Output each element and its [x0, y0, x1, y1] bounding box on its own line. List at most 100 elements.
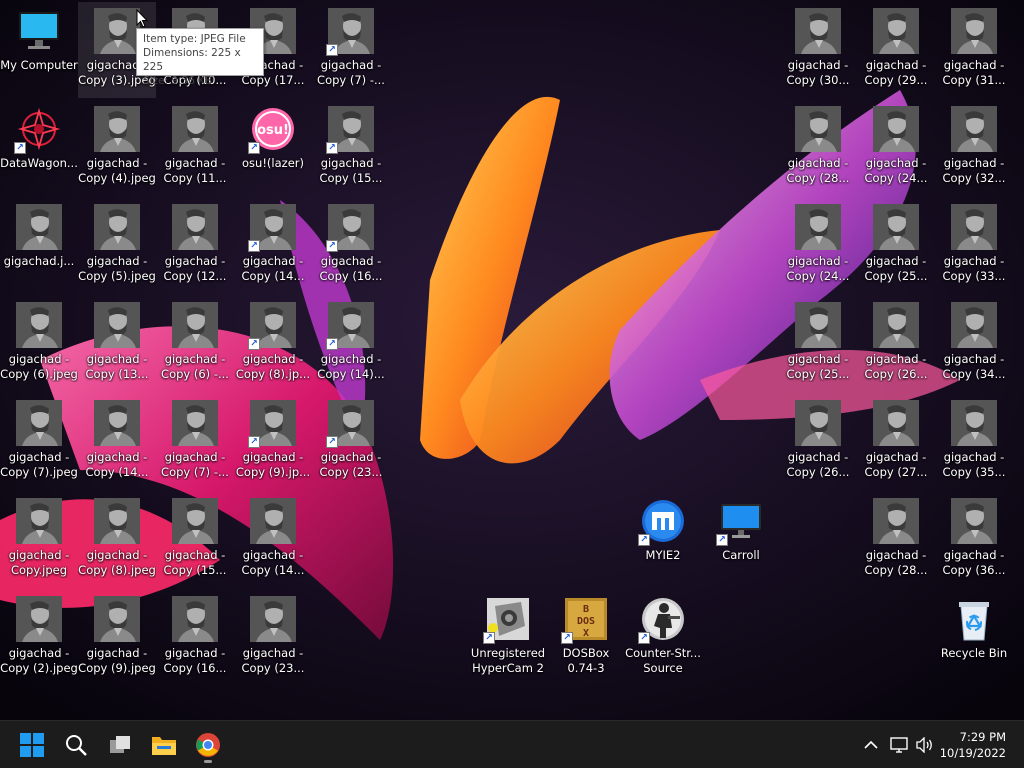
desktop-icon[interactable]: gigachad - Copy (12... — [156, 198, 234, 294]
network-button[interactable] — [888, 733, 910, 757]
jpeg-thumbnail-icon — [94, 8, 140, 54]
label-line-2: Copy (13... — [85, 367, 149, 381]
desktop-icon[interactable]: ↗ gigachad - Copy (15... — [312, 100, 390, 196]
taskbar-clock[interactable]: 7:29 PM 10/19/2022 — [940, 729, 1006, 761]
desktop-icon[interactable]: ↗ gigachad - Copy (14... — [234, 198, 312, 294]
desktop-icon-label: Unregistered HyperCam 2 — [469, 646, 547, 676]
desktop-icon[interactable]: ↗ Counter-Str... Source — [624, 590, 702, 686]
desktop-icon[interactable]: gigachad - Copy (25... — [779, 296, 857, 392]
desktop-icon[interactable]: gigachad - Copy (8).jpeg — [78, 492, 156, 588]
shortcut-arrow-icon: ↗ — [248, 436, 260, 448]
label-line-1: gigachad - — [242, 352, 304, 366]
jpeg-thumbnail-icon — [250, 596, 296, 642]
desktop-icon[interactable]: gigachad - Copy (16... — [156, 590, 234, 686]
desktop-icon-label: gigachad - Copy (7) -... — [156, 450, 234, 480]
desktop-icon[interactable]: ↗ MYIE2 — [624, 492, 702, 588]
tooltip-dimensions: Dimensions: 225 x 225 — [143, 47, 241, 73]
desktop-icon[interactable]: gigachad - Copy (28... — [779, 100, 857, 196]
desktop-icon-label: osu!(lazer) — [234, 156, 312, 171]
datawagon-icon: ↗ — [14, 106, 62, 154]
desktop-icon[interactable]: gigachad - Copy (30... — [779, 2, 857, 98]
desktop-icon-label: gigachad - Copy (15... — [312, 156, 390, 186]
desktop-icon[interactable]: ↗ gigachad - Copy (14)... — [312, 296, 390, 392]
chrome-button[interactable] — [188, 725, 228, 765]
label-line-2: Copy (16... — [163, 661, 227, 675]
desktop-icon[interactable]: ↗ gigachad - Copy (8).jp... — [234, 296, 312, 392]
volume-button[interactable] — [914, 733, 936, 757]
desktop-icon[interactable]: gigachad - Copy (26... — [857, 296, 935, 392]
search-button[interactable] — [56, 725, 96, 765]
desktop-icon[interactable]: gigachad - Copy (7).jpeg — [0, 394, 78, 490]
desktop-icon[interactable]: gigachad - Copy (9).jpeg — [78, 590, 156, 686]
desktop-icon[interactable]: gigachad - Copy (23... — [234, 590, 312, 686]
desktop-icon[interactable]: ↗ DataWagon... — [0, 100, 78, 196]
jpeg-thumbnail-icon — [172, 302, 218, 348]
desktop-icon-label: gigachad - Copy (16... — [156, 646, 234, 676]
desktop-icon[interactable]: gigachad - Copy (33... — [935, 198, 1013, 294]
chrome-icon — [196, 733, 220, 757]
desktop-icon-label: gigachad - Copy (7) -... — [312, 58, 390, 88]
desktop-icon-label: gigachad - Copy (2).jpeg — [0, 646, 78, 676]
desktop-icon[interactable]: gigachad - Copy (25... — [857, 198, 935, 294]
desktop-icon[interactable]: ↗ gigachad - Copy (9).jp... — [234, 394, 312, 490]
desktop-icon[interactable]: gigachad - Copy (14... — [78, 394, 156, 490]
desktop-icon[interactable]: gigachad - Copy (6).jpeg — [0, 296, 78, 392]
desktop-icon[interactable]: gigachad - Copy (14... — [234, 492, 312, 588]
tooltip-item-type: Item type: JPEG File — [143, 33, 246, 45]
desktop-icon[interactable]: gigachad - Copy (32... — [935, 100, 1013, 196]
desktop-icon-label: gigachad - Copy (6) -... — [156, 352, 234, 382]
desktop-icon[interactable]: ↗ gigachad - Copy (7) -... — [312, 2, 390, 98]
desktop-icon[interactable]: gigachad - Copy (15... — [156, 492, 234, 588]
desktop-icon[interactable]: gigachad - Copy (31... — [935, 2, 1013, 98]
desktop-icon[interactable]: gigachad - Copy (26... — [779, 394, 857, 490]
label-line-2: Copy (5).jpeg — [78, 269, 156, 283]
desktop-icon[interactable]: gigachad - Copy (2).jpeg — [0, 590, 78, 686]
label-line-2: Copy (9).jpeg — [78, 661, 156, 675]
label-line-2: Copy (9).jp... — [235, 465, 311, 479]
desktop-icon[interactable]: gigachad - Copy (11... — [156, 100, 234, 196]
desktop-icon[interactable]: gigachad - Copy (24... — [857, 100, 935, 196]
desktop-icon[interactable]: Recycle Bin — [935, 590, 1013, 686]
shortcut-arrow-icon: ↗ — [716, 534, 728, 546]
label-line-1: gigachad - — [320, 254, 382, 268]
desktop-icon[interactable]: gigachad - Copy (5).jpeg — [78, 198, 156, 294]
desktop-icon[interactable]: gigachad - Copy (35... — [935, 394, 1013, 490]
svg-text:X: X — [583, 628, 589, 639]
desktop-icon[interactable]: gigachad - Copy (7) -... — [156, 394, 234, 490]
desktop-icon[interactable]: gigachad - Copy (34... — [935, 296, 1013, 392]
desktop-icon[interactable]: gigachad - Copy (13... — [78, 296, 156, 392]
desktop-icon[interactable]: gigachad - Copy (24... — [779, 198, 857, 294]
desktop-icon[interactable]: ↗ Unregistered HyperCam 2 — [469, 590, 547, 686]
desktop-icon[interactable]: gigachad - Copy (28... — [857, 492, 935, 588]
desktop-icon-label: gigachad - Copy (9).jpeg — [78, 646, 156, 676]
desktop-icon[interactable]: My Computer — [0, 2, 78, 98]
shortcut-arrow-icon: ↗ — [638, 632, 650, 644]
desktop-icon[interactable]: B DOS X ↗ DOSBox 0.74-3 — [547, 590, 625, 686]
desktop-icon[interactable]: gigachad - Copy (6) -... — [156, 296, 234, 392]
desktop-icon[interactable]: ↗ Carroll — [702, 492, 780, 588]
jpeg-thumbnail-icon — [94, 596, 140, 642]
desktop-icon[interactable]: gigachad - Copy (27... — [857, 394, 935, 490]
label-line-1: gigachad - — [164, 450, 226, 464]
show-hidden-icons-button[interactable] — [860, 733, 882, 757]
task-view-button[interactable] — [100, 725, 140, 765]
jpeg-thumbnail-icon — [16, 498, 62, 544]
desktop-icon[interactable]: ↗ gigachad - Copy (16... — [312, 198, 390, 294]
start-button[interactable] — [12, 725, 52, 765]
desktop-icon[interactable]: gigachad - Copy (29... — [857, 2, 935, 98]
chevron-up-icon — [864, 740, 878, 749]
desktop-icon-label: gigachad - Copy (8).jp... — [234, 352, 312, 382]
desktop-icon[interactable]: ↗ gigachad - Copy (23... — [312, 394, 390, 490]
desktop-icon[interactable]: osu! ↗ osu!(lazer) — [234, 100, 312, 196]
file-explorer-button[interactable] — [144, 725, 184, 765]
desktop-icon-label: gigachad - Copy (27... — [857, 450, 935, 480]
desktop-icon[interactable]: gigachad.j... — [0, 198, 78, 294]
label-line-2: Copy (7).jpeg — [0, 465, 78, 479]
desktop-icon[interactable]: gigachad - Copy (36... — [935, 492, 1013, 588]
shortcut-arrow-icon: ↗ — [326, 44, 338, 56]
label-line-2: Copy (33... — [942, 269, 1006, 283]
label-line-1: gigachad - — [943, 548, 1005, 562]
desktop-icon[interactable]: gigachad - Copy.jpeg — [0, 492, 78, 588]
desktop-icon[interactable]: gigachad - Copy (4).jpeg — [78, 100, 156, 196]
label-line-2: Copy (6).jpeg — [0, 367, 78, 381]
